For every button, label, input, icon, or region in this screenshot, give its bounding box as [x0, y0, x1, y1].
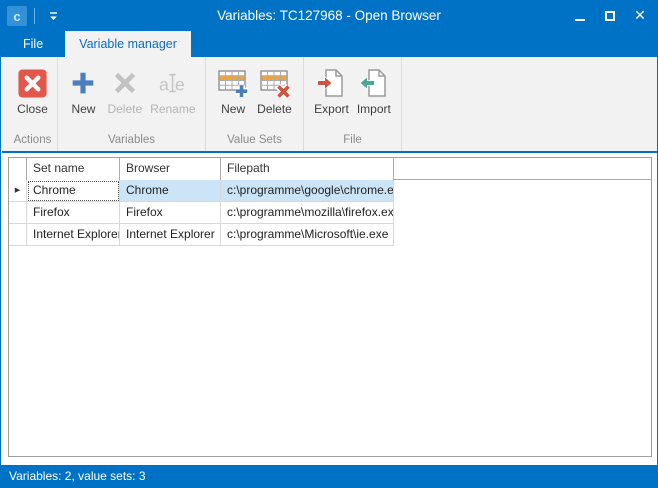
ribbon-group-actions: Close Actions — [2, 57, 58, 151]
table-add-icon — [217, 66, 249, 100]
group-label-actions: Actions — [8, 131, 57, 151]
cell-set-name[interactable]: Internet Explorer — [27, 224, 120, 246]
cell-browser[interactable]: Internet Explorer — [120, 224, 221, 246]
window: c Variables: TC127968 - Open Browser ✕ F… — [0, 0, 658, 488]
maximize-icon — [605, 11, 615, 21]
table-delete-icon — [259, 66, 291, 100]
window-title: Variables: TC127968 - Open Browser — [1, 1, 657, 31]
window-controls: ✕ — [565, 1, 655, 31]
rename-variable-button[interactable]: a e Rename — [146, 63, 199, 119]
cell-browser[interactable]: Firefox — [120, 202, 221, 224]
row-indicator-icon: ▶ — [9, 180, 27, 202]
content-area: Set name Browser Filepath ▶ Chrome Chrom… — [2, 155, 658, 467]
variables-grid: Set name Browser Filepath ▶ Chrome Chrom… — [8, 157, 652, 457]
doc-import-icon — [358, 66, 390, 100]
column-header-filepath[interactable]: Filepath — [221, 158, 394, 180]
status-bar: Variables: 2, value sets: 3 — [1, 465, 657, 487]
new-value-set-button[interactable]: New — [213, 63, 253, 119]
group-label-file: File — [304, 131, 401, 151]
new-variable-label: New — [71, 102, 95, 116]
cell-filepath[interactable]: c:\programme\google\chrome.exe — [221, 180, 394, 202]
ribbon-tab-row: File Variable manager — [1, 31, 657, 57]
new-variable-button[interactable]: New — [63, 63, 103, 119]
cell-browser[interactable]: Chrome — [120, 180, 221, 202]
row-indicator-cell — [9, 224, 27, 246]
column-header-set-name[interactable]: Set name — [27, 158, 120, 180]
export-label: Export — [314, 102, 349, 116]
delete-value-set-button[interactable]: Delete — [253, 63, 296, 119]
group-label-variables: Variables — [58, 131, 205, 151]
plus-blue-icon — [67, 66, 99, 100]
rename-icon: a e — [157, 66, 189, 100]
svg-text:e: e — [175, 75, 185, 95]
minimize-icon — [575, 19, 585, 21]
rename-variable-label: Rename — [150, 102, 195, 116]
title-bar: c Variables: TC127968 - Open Browser ✕ — [1, 1, 657, 31]
import-label: Import — [357, 102, 391, 116]
x-gray-icon — [109, 66, 141, 100]
cell-filepath[interactable]: c:\programme\mozilla\firefox.exe — [221, 202, 394, 224]
row-indicator-cell — [9, 202, 27, 224]
grid-body: ▶ Chrome Chrome c:\programme\google\chro… — [9, 180, 651, 246]
delete-variable-button[interactable]: Delete — [103, 63, 146, 119]
close-button[interactable]: Close — [13, 63, 53, 119]
group-label-value-sets: Value Sets — [206, 131, 303, 151]
close-window-button[interactable]: ✕ — [625, 1, 655, 30]
minimize-button[interactable] — [565, 1, 595, 30]
cell-set-name[interactable]: Firefox — [27, 202, 120, 224]
tab-file[interactable]: File — [9, 31, 57, 57]
import-button[interactable]: Import — [353, 63, 395, 119]
new-value-set-label: New — [221, 102, 245, 116]
doc-export-icon — [315, 66, 347, 100]
close-button-label: Close — [17, 102, 48, 116]
close-red-icon — [17, 66, 49, 100]
svg-text:a: a — [159, 75, 169, 95]
export-button[interactable]: Export — [310, 63, 353, 119]
tab-variable-manager[interactable]: Variable manager — [65, 31, 191, 57]
maximize-button[interactable] — [595, 1, 625, 30]
row-indicator-header — [9, 158, 27, 180]
column-header-browser[interactable]: Browser — [120, 158, 221, 180]
ribbon-group-file: Export Import File — [304, 57, 402, 151]
cell-filepath[interactable]: c:\programme\Microsoft\ie.exe — [221, 224, 394, 246]
grid-header-row: Set name Browser Filepath — [9, 158, 651, 180]
ribbon: Close Actions New — [2, 57, 658, 153]
ribbon-group-value-sets: New Delete Value Sets — [206, 57, 304, 151]
delete-value-set-label: Delete — [257, 102, 292, 116]
cell-set-name[interactable]: Chrome — [27, 180, 120, 202]
delete-variable-label: Delete — [107, 102, 142, 116]
ribbon-group-variables: New Delete a e — [58, 57, 206, 151]
table-row[interactable]: Internet Explorer Internet Explorer c:\p… — [9, 224, 651, 246]
table-row[interactable]: Firefox Firefox c:\programme\mozilla\fir… — [9, 202, 651, 224]
status-text: Variables: 2, value sets: 3 — [9, 469, 146, 483]
table-row[interactable]: ▶ Chrome Chrome c:\programme\google\chro… — [9, 180, 651, 202]
